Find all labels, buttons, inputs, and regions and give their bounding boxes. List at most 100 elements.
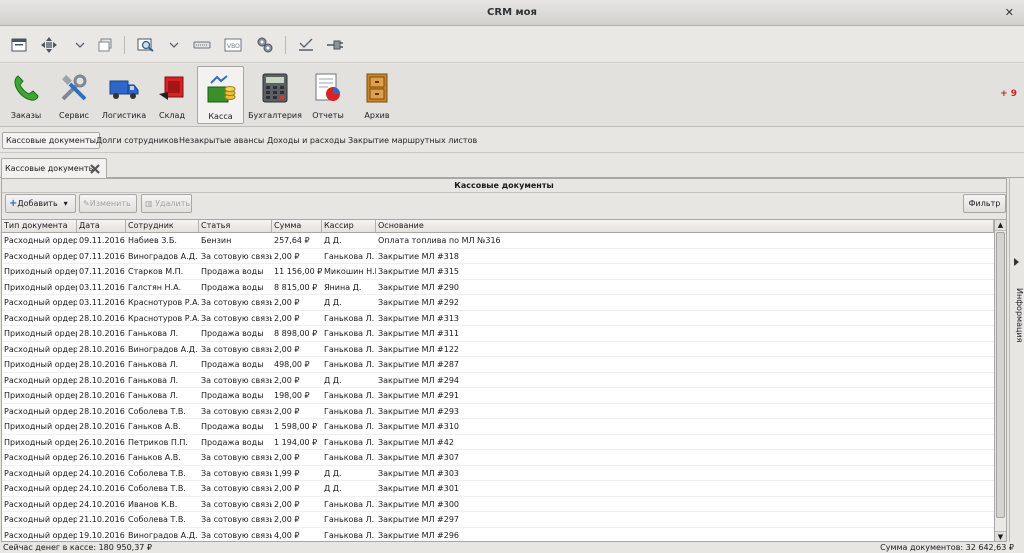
column-header[interactable]: Сотрудник <box>126 220 199 232</box>
table-row[interactable]: Расходный ордер 28.10.2016 Краснотуров Р.А… <box>2 311 994 326</box>
table-row[interactable]: Приходный ордер 28.10.2016 Ганьков А.В. Про… <box>2 419 994 435</box>
table-row[interactable]: Приходный ордер 28.10.2016 Ганькова Л. Прод… <box>2 357 994 373</box>
table-row[interactable]: Расходный ордер 24.10.2016 Соболева Т.В. За… <box>2 481 994 497</box>
table-row[interactable]: Приходный ордер 03.11.2016 Галстян Н.А. Про… <box>2 280 994 295</box>
table-row[interactable]: Расходный ордер 09.11.2016 Набиев З.Б. Бенз… <box>2 233 994 249</box>
dropdown-chevron-icon[interactable] <box>165 36 183 54</box>
subtab-cash-documents[interactable]: Кассовые документы <box>2 132 100 149</box>
table-cell: Янина Д. <box>324 282 362 292</box>
module-archive[interactable]: Архив <box>356 66 398 124</box>
column-header[interactable]: Дата <box>77 220 126 232</box>
table-cell: Расходный ордер <box>4 344 77 354</box>
subtab-income-expenses[interactable]: Доходы и расходы <box>264 132 349 149</box>
table-cell: Расходный ордер <box>4 313 77 323</box>
module-label: Логистика <box>101 111 147 120</box>
table-row[interactable]: Расходный ордер 24.10.2016 Иванов К.В. За с… <box>2 497 994 512</box>
edit-button[interactable]: ✎Изменить <box>79 194 137 213</box>
close-icon[interactable]: ✕ <box>1005 0 1014 26</box>
table-cell: Расходный ордер <box>4 468 77 478</box>
keyboard-icon[interactable] <box>193 36 211 54</box>
table-cell: Микошин Н.В. <box>324 267 376 276</box>
table-row[interactable]: Расходный ордер 28.10.2016 Ганькова Л. За с… <box>2 373 994 388</box>
add-button[interactable]: +Добавить ▾ <box>5 194 76 213</box>
delete-button[interactable]: ▥ Удалить <box>141 194 192 213</box>
module-warehouse[interactable]: Склад <box>151 66 193 124</box>
table-cell: Ганькова Л. <box>324 313 375 323</box>
scroll-down-icon[interactable]: ▼ <box>995 531 1006 541</box>
module-service[interactable]: Сервис <box>51 66 97 124</box>
table-row[interactable]: Расходный ордер 28.10.2016 Соболева Т.В. За… <box>2 404 994 419</box>
table-row[interactable]: Расходный ордер 24.10.2016 Соболева Т.В. За… <box>2 466 994 481</box>
table-row[interactable]: Приходный ордер 26.10.2016 Петриков П.П. Пр… <box>2 435 994 450</box>
phone-icon <box>14 75 39 101</box>
table-row[interactable]: Расходный ордер 26.10.2016 Ганьков А.В. За … <box>2 450 994 466</box>
notification-counter[interactable]: + 9 <box>1000 89 1017 99</box>
table-cell: 8 898,00 ₽ <box>274 329 318 338</box>
check-icon[interactable] <box>297 36 315 54</box>
table-cell: Ганькова Л. <box>324 453 375 462</box>
table-cell: Д Д. <box>324 468 342 478</box>
expand-arrow-icon[interactable] <box>1014 258 1019 266</box>
module-reports[interactable]: Отчеты <box>305 66 351 124</box>
subtab-employee-debts[interactable]: Долги сотрудников <box>93 132 181 149</box>
table-row[interactable]: Расходный ордер 07.11.2016 Виноградов А.Д.… <box>2 249 994 264</box>
table-row[interactable]: Расходный ордер 28.10.2016 Виноградов А.Д.… <box>2 342 994 357</box>
table-cell: Продажа воды <box>201 267 264 276</box>
table-cell: 28.10.2016 <box>79 360 125 369</box>
column-header[interactable]: Кассир <box>322 220 376 232</box>
table-cell: Соболева Т.В. <box>128 484 186 493</box>
scroll-up-icon[interactable]: ▲ <box>995 220 1006 231</box>
move-icon[interactable] <box>40 36 58 54</box>
cash-register-icon <box>207 75 235 103</box>
panel-title: Кассовые документы <box>2 179 1006 193</box>
table-cell: За сотовую связь <box>201 530 272 540</box>
subtab-open-advances[interactable]: Незакрытые авансы <box>176 132 267 149</box>
module-cash[interactable]: Касса <box>197 66 244 124</box>
plug-icon[interactable] <box>326 36 344 54</box>
filter-button[interactable]: Фильтр <box>963 194 1006 213</box>
table-row[interactable]: Приходный ордер 07.11.2016 Старков М.П. Про… <box>2 264 994 280</box>
table-cell: Приходный ордер <box>4 267 77 276</box>
table-cell: За сотовую связь <box>201 484 272 493</box>
table-cell: 24.10.2016 <box>79 499 125 509</box>
table-cell: Расходный ордер <box>4 453 77 462</box>
table-cell: 03.11.2016 <box>79 282 125 292</box>
dropdown-chevron-icon[interactable] <box>71 36 89 54</box>
table-cell: Продажа воды <box>201 437 264 447</box>
table-cell: За сотовую связь <box>201 344 272 354</box>
module-accounting[interactable]: Бухгалтерия <box>248 66 302 124</box>
column-header[interactable]: Основание <box>376 220 994 232</box>
document-tab[interactable]: Кассовые документы <box>1 158 107 180</box>
table-cell: 257,64 ₽ <box>274 236 310 245</box>
table-row[interactable]: Расходный ордер 19.10.2016 Виноградов А.Д.… <box>2 528 994 542</box>
search-preview-icon[interactable] <box>137 36 155 54</box>
module-logistics[interactable]: Логистика <box>99 66 149 124</box>
window-icon[interactable] <box>10 36 28 54</box>
table-cell: Краснотуров Р.А. <box>128 313 199 323</box>
table-cell: Закрытие МЛ #313 <box>378 313 460 323</box>
table-cell: 1,99 ₽ <box>274 468 300 478</box>
column-header[interactable]: Статья <box>199 220 272 232</box>
info-sidebar[interactable]: Информация <box>1009 178 1024 542</box>
table-cell: За сотовую связь <box>201 499 272 509</box>
vertical-scrollbar[interactable]: ▲ ▼ <box>994 220 1006 541</box>
column-header[interactable]: Тип документа <box>2 220 77 232</box>
close-tab-icon[interactable] <box>90 164 100 174</box>
vbox-icon[interactable]: VBO <box>224 36 242 54</box>
documents-table: Тип документа Дата Сотрудник Статья Сумма Кас… <box>2 219 1006 541</box>
scrollbar-thumb[interactable] <box>996 232 1005 518</box>
subtab-bar: Кассовые документы Долги сотрудников Нез… <box>0 129 1024 151</box>
table-row[interactable]: Расходный ордер 21.10.2016 Соболева Т.В. За… <box>2 512 994 528</box>
restore-icon[interactable] <box>96 36 114 54</box>
settings-group-icon[interactable] <box>256 36 274 54</box>
table-row[interactable]: Расходный ордер 03.11.2016 Краснотуров Р.А… <box>2 295 994 311</box>
module-orders[interactable]: Заказы <box>3 66 49 124</box>
table-row[interactable]: Приходный ордер 28.10.2016 Ганькова Л. Прод… <box>2 326 994 342</box>
table-cell: 07.11.2016 <box>79 267 125 276</box>
table-cell: Расходный ордер <box>4 484 77 493</box>
archive-cabinet-icon <box>366 73 388 103</box>
subtab-route-list-closing[interactable]: Закрытие маршрутных листов <box>345 132 480 149</box>
table-cell: 2,00 ₽ <box>274 484 300 493</box>
column-header[interactable]: Сумма <box>272 220 322 232</box>
table-row[interactable]: Приходный ордер 28.10.2016 Ганькова Л. Прод… <box>2 388 994 404</box>
